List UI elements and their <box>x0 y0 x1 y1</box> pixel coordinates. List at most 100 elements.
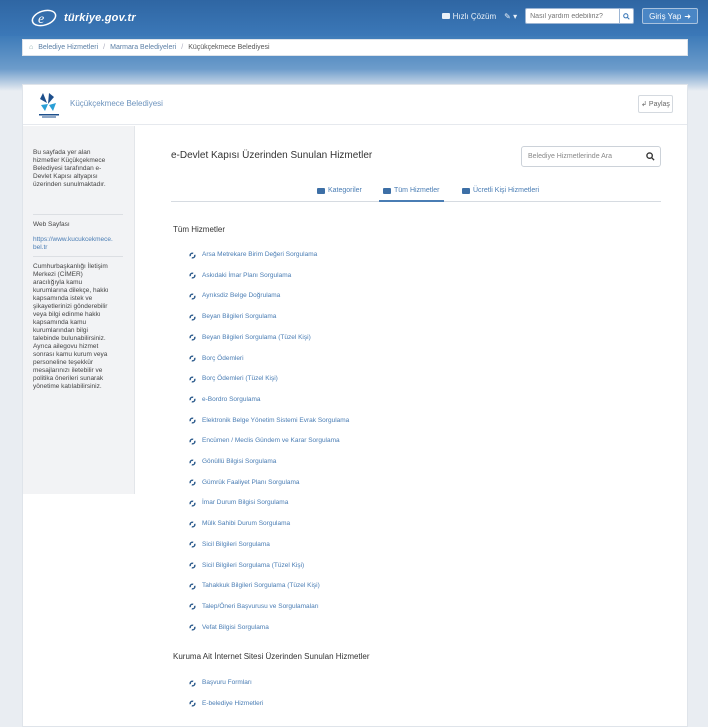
institution-logo <box>37 91 61 119</box>
share-button[interactable]: ↲ Paylaş <box>638 95 673 113</box>
sidebar-divider <box>33 214 123 215</box>
tab-categories[interactable]: Kategoriler <box>317 187 362 194</box>
link-icon <box>189 459 196 465</box>
service-link[interactable]: Arsa Metrekare Birim Değeri Sorgulama <box>189 251 317 258</box>
link-icon <box>189 603 196 610</box>
service-link[interactable]: Elektronik Belge Yönetim Sistemi Evrak S… <box>189 417 349 424</box>
search-icon <box>623 12 630 20</box>
service-label: İmar Durum Bilgisi Sorgulama <box>202 499 289 507</box>
service-label: Başvuru Formları <box>202 679 252 686</box>
tab-label: Kategoriler <box>328 187 362 194</box>
site-search-input[interactable] <box>525 8 621 24</box>
service-label: Talep/Öneri Başvurusu ve Sorgulamaları <box>202 602 319 610</box>
service-label: Sicil Bilgileri Sorgulama (Tüzel Kişi) <box>202 561 305 569</box>
service-link[interactable]: Askıdaki İmar Planı Sorgulama <box>189 272 291 279</box>
tab-all-services[interactable]: Tüm Hizmetler <box>379 187 444 202</box>
link-icon <box>189 700 196 707</box>
service-link[interactable]: Vefat Bilgisi Sorgulama <box>189 624 269 631</box>
service-link[interactable]: Başvuru Formları <box>189 679 252 686</box>
link-icon <box>189 479 196 486</box>
site-logo[interactable]: e türkiye.gov.tr <box>30 8 136 28</box>
service-label: Sicil Bilgileri Sorgulama <box>202 540 270 548</box>
service-link[interactable]: Sicil Bilgileri Sorgulama (Tüzel Kişi) <box>189 562 304 569</box>
login-icon: ➜ <box>684 11 691 21</box>
service-link[interactable]: Mülk Sahibi Durum Sorgulama <box>189 520 290 527</box>
page-title: e-Devlet Kapısı Üzerinden Sunulan Hizmet… <box>171 150 373 161</box>
link-icon <box>189 521 196 528</box>
search-icon[interactable] <box>646 152 655 161</box>
service-link[interactable]: Borç Ödemleri (Tüzel Kişi) <box>189 375 278 382</box>
link-icon <box>189 583 196 590</box>
service-link[interactable]: Beyan Bilgileri Sorgulama <box>189 313 276 320</box>
all-services-heading: Tüm Hizmetler <box>173 225 226 234</box>
service-label: Gönüllü Bilgisi Sorgulama <box>202 458 277 465</box>
home-icon[interactable]: ⌂ <box>29 44 33 51</box>
tab-label: Ücretli Kişi Hizmetleri <box>473 187 540 194</box>
service-link[interactable]: Gümrük Faaliyet Planı Sorgulama <box>189 479 300 486</box>
service-label: Askıdaki İmar Planı Sorgulama <box>202 271 292 279</box>
service-link[interactable]: Beyan Bilgileri Sorgulama (Tüzel Kişi) <box>189 334 311 341</box>
service-link[interactable]: Talep/Öneri Başvurusu ve Sorgulamaları <box>189 603 319 610</box>
service-link[interactable]: Encümen / Meclis Gündem ve Karar Sorgula… <box>189 437 340 444</box>
link-icon <box>189 562 196 569</box>
link-icon <box>189 314 196 321</box>
service-link[interactable]: Borç Ödemleri <box>189 355 244 362</box>
link-icon <box>189 541 196 548</box>
quick-help-link[interactable]: Hızlı Çözüm <box>441 12 496 21</box>
institution-header: Küçükçekmece Belediyesi ↲ Paylaş <box>23 85 687 125</box>
link-icon <box>189 334 196 341</box>
site-search <box>525 8 635 24</box>
service-label: Mülk Sahibi Durum Sorgulama <box>202 520 291 528</box>
service-label: Arsa Metrekare Birim Değeri Sorgulama <box>202 251 318 258</box>
search-button[interactable] <box>620 8 635 24</box>
sidebar-divider <box>33 256 123 257</box>
accessibility-icon[interactable]: ✎ ▾ <box>504 12 517 21</box>
service-label: Beyan Bilgileri Sorgulama <box>202 313 277 321</box>
service-link[interactable]: e-Bordro Sorgulama <box>189 396 261 403</box>
service-label: E-belediye Hizmetleri <box>202 699 264 707</box>
link-icon <box>189 396 196 403</box>
institution-search[interactable]: Belediye Hizmetlerinde Ara <box>521 146 661 167</box>
breadcrumb-separator: / <box>103 44 106 51</box>
service-link[interactable]: E-belediye Hizmetleri <box>189 700 263 707</box>
link-icon <box>189 293 196 300</box>
website-label: Web Sayfası <box>33 221 70 228</box>
tab-paid-services[interactable]: Ücretli Kişi Hizmetleri <box>462 187 539 194</box>
sidebar-intro: Bu sayfada yer alan hizmetler Küçükçekme… <box>33 149 106 188</box>
service-label: Tahakkuk Bilgileri Sorgulama (Tüzel Kişi… <box>202 582 320 590</box>
login-button[interactable]: Giriş Yap ➜ <box>642 8 698 24</box>
link-icon <box>189 355 196 362</box>
e-devlet-logo-icon: e <box>30 8 58 28</box>
link-icon <box>189 376 196 383</box>
service-tabs: Kategoriler Tüm Hizmetler Ücretli Kişi H… <box>171 183 661 202</box>
service-link[interactable]: Gönüllü Bilgisi Sorgulama <box>189 458 276 465</box>
service-link[interactable]: İmar Durum Bilgisi Sorgulama <box>189 499 288 506</box>
service-label: Encümen / Meclis Gündem ve Karar Sorgula… <box>202 437 340 445</box>
share-label: Paylaş <box>648 100 670 108</box>
link-icon <box>189 500 196 507</box>
svg-text:e: e <box>38 12 44 27</box>
list-icon <box>383 187 391 194</box>
service-link[interactable]: Ayrıksdiz Belge Doğrulama <box>189 292 280 299</box>
service-label: Beyan Bilgileri Sorgulama (Tüzel Kişi) <box>202 333 311 341</box>
share-icon: ↲ <box>641 101 647 108</box>
service-link[interactable]: Tahakkuk Bilgileri Sorgulama (Tüzel Kişi… <box>189 582 320 589</box>
breadcrumb-current: Küçükçekmece Belediyesi <box>188 44 270 51</box>
breadcrumb-item[interactable]: Belediye Hizmetleri <box>38 44 98 51</box>
institution-name: Küçükçekmece Belediyesi <box>70 99 163 108</box>
service-label: Borç Ödemleri (Tüzel Kişi) <box>202 375 278 383</box>
website-link[interactable]: https://www.kucukcekmece.bel.tr <box>23 236 123 252</box>
service-link[interactable]: Sicil Bilgileri Sorgulama <box>189 541 270 548</box>
service-label: Gümrük Faaliyet Planı Sorgulama <box>202 478 300 486</box>
service-label: Borç Ödemleri <box>202 354 244 362</box>
cimer-note: Cumhurbaşkanlığı İletişim Merkezi (CİMER… <box>33 263 109 390</box>
login-label: Giriş Yap <box>649 11 682 21</box>
breadcrumb-separator: / <box>181 44 184 51</box>
breadcrumb: ⌂ Belediye Hizmetleri / Marmara Belediye… <box>22 39 688 56</box>
link-icon <box>189 417 196 424</box>
brand-name: türkiye.gov.tr <box>64 12 136 24</box>
breadcrumb-item[interactable]: Marmara Belediyeleri <box>110 44 176 51</box>
link-icon <box>189 438 196 445</box>
service-label: Vefat Bilgisi Sorgulama <box>202 623 269 631</box>
link-icon <box>189 252 196 258</box>
